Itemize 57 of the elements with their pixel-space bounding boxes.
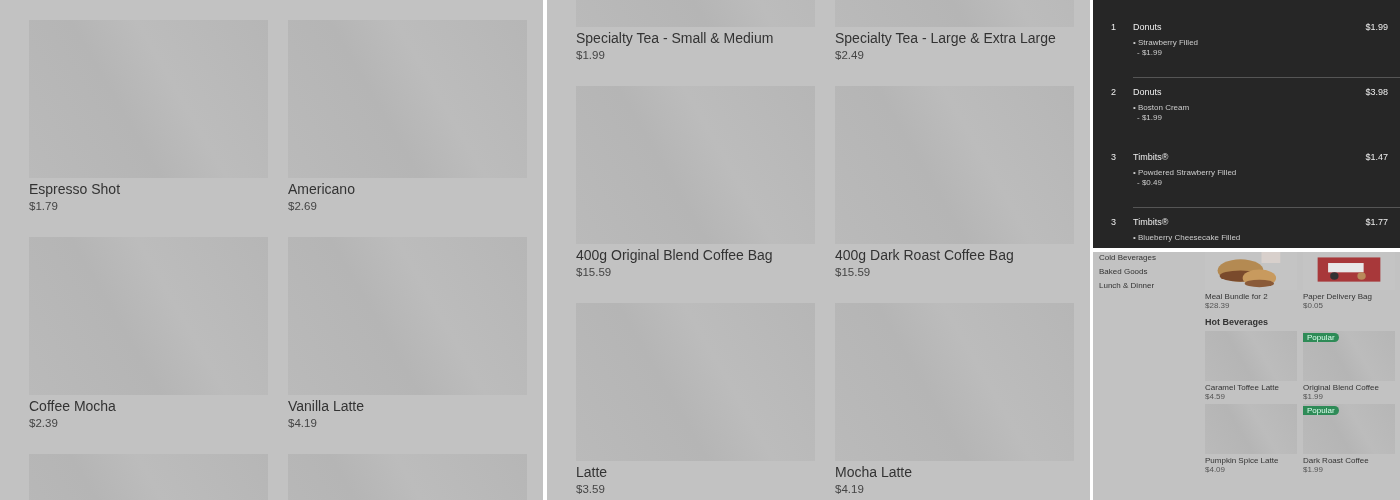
product-price: $3.59: [576, 483, 606, 495]
product-name[interactable]: Specialty Tea - Large & Extra Large: [835, 30, 1074, 46]
product-price: $2.49: [835, 49, 865, 61]
item-name: Donuts: [1133, 87, 1163, 97]
category-link[interactable]: Baked Goods: [1099, 267, 1205, 281]
product-price: $1.99: [576, 49, 606, 61]
option-price: - $1.99: [1136, 48, 1163, 57]
product-name[interactable]: Dark Roast Coffee: [1303, 456, 1395, 465]
product-price: $4.19: [835, 483, 865, 495]
item-price: $1.77: [1365, 217, 1389, 227]
item-option: • Blueberry Cheesecake Filled: [1093, 233, 1400, 242]
popular-tag: Popular: [1303, 333, 1339, 342]
item-option: • Boston Cream: [1093, 103, 1400, 112]
product-name[interactable]: Caramel Toffee Latte: [1205, 383, 1297, 392]
item-name: Timbits®: [1133, 152, 1170, 162]
item-quantity: 3: [1110, 217, 1117, 227]
product-name[interactable]: Paper Delivery Bag: [1303, 292, 1395, 301]
product-name[interactable]: Meal Bundle for 2: [1205, 292, 1297, 301]
product-price: $1.99: [1303, 465, 1325, 474]
category-link[interactable]: Cold Beverages: [1099, 253, 1205, 267]
product-price: $1.99: [1303, 392, 1325, 401]
product-price: $4.19: [288, 417, 318, 429]
product-price: $28.39: [1205, 301, 1231, 310]
product-price: $15.59: [835, 266, 872, 278]
item-quantity: 3: [1110, 152, 1117, 162]
product-name[interactable]: Specialty Tea - Small & Medium: [576, 30, 815, 46]
product-name[interactable]: Americano: [288, 181, 527, 197]
section-heading: Hot Beverages: [1205, 317, 1270, 327]
product-name[interactable]: 400g Original Blend Coffee Bag: [576, 247, 815, 263]
product-price: $1.79: [29, 200, 59, 212]
product-price: $2.69: [288, 200, 318, 212]
product-name[interactable]: Original Blend Coffee: [1303, 383, 1395, 392]
product-name[interactable]: Espresso Shot: [29, 181, 268, 197]
item-quantity: 1: [1110, 22, 1117, 32]
product-name[interactable]: Latte: [576, 464, 815, 480]
item-name: Donuts: [1133, 22, 1163, 32]
product-name[interactable]: Pumpkin Spice Latte: [1205, 456, 1297, 465]
product-name[interactable]: Mocha Latte: [835, 464, 1074, 480]
item-price: $1.99: [1365, 22, 1389, 32]
option-price: - $1.99: [1136, 113, 1163, 122]
product-price: $4.59: [1205, 392, 1227, 401]
product-price: $4.09: [1205, 465, 1227, 474]
item-name: Timbits®: [1133, 217, 1170, 227]
popular-tag: Popular: [1303, 406, 1339, 415]
item-price: $1.47: [1365, 152, 1389, 162]
category-link[interactable]: Lunch & Dinner: [1099, 281, 1205, 295]
product-price: $15.59: [576, 266, 613, 278]
product-name[interactable]: Coffee Mocha: [29, 398, 268, 414]
item-quantity: 2: [1110, 87, 1117, 97]
product-name[interactable]: Vanilla Latte: [288, 398, 527, 414]
option-price: - $0.49: [1136, 178, 1163, 187]
item-price: $3.98: [1365, 87, 1389, 97]
product-price: $0.05: [1303, 301, 1325, 310]
product-price: $2.39: [29, 417, 59, 429]
item-option: • Powdered Strawberry Filled: [1093, 168, 1400, 177]
item-option: • Strawberry Filled: [1093, 38, 1400, 47]
product-name[interactable]: 400g Dark Roast Coffee Bag: [835, 247, 1074, 263]
